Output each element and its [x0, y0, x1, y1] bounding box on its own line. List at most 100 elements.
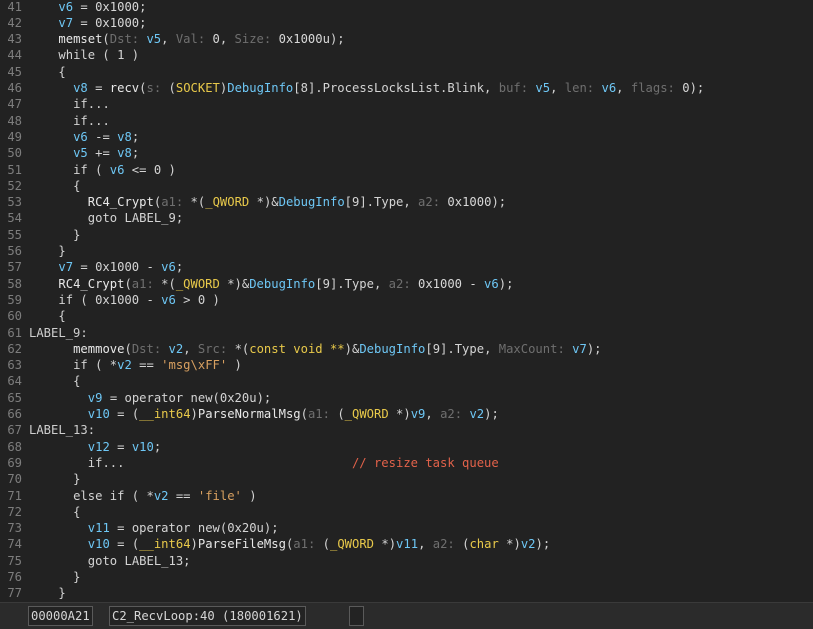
code-line[interactable]: 76}: [0, 569, 813, 585]
code-token: ;: [153, 439, 162, 454]
code-token: );: [484, 407, 499, 421]
code-line[interactable]: 55}: [0, 227, 813, 243]
code-token: ParseNormalMsg: [197, 407, 301, 421]
line-number: 59: [7, 292, 22, 307]
code-line[interactable]: 63 if ( *v2 == 'msg\xFF' ): [0, 357, 813, 373]
line-number: 46: [7, 81, 22, 95]
code-line[interactable]: 54 goto LABEL_9;: [0, 210, 813, 226]
code-token: {: [73, 178, 81, 193]
code-line[interactable]: 58 RC4_Crypt(a1: *(_QWORD *)&DebugInfo[9]…: [0, 276, 813, 292]
code-token: (: [300, 407, 308, 421]
code-line[interactable]: 56}: [0, 243, 813, 259]
code-line[interactable]: 70}: [0, 471, 813, 487]
code-line[interactable]: 48 if...: [0, 113, 813, 129]
code-line[interactable]: 42 v7 = 0x1000;: [0, 15, 813, 31]
code-line[interactable]: 46 v8 = recv(s: (SOCKET)DebugInfo[8].Proc…: [0, 80, 813, 96]
code-line[interactable]: 57 v7 = 0x1000 - v6;: [0, 259, 813, 275]
code-line[interactable]: 49 v6 -= v8;: [0, 129, 813, 145]
code-token: {: [73, 374, 81, 389]
code-token: 0x1000u: [278, 32, 330, 47]
code-token: +=: [87, 146, 118, 161]
code-line[interactable]: 41 v6 = 0x1000;: [0, 0, 813, 15]
code-line[interactable]: 45 {: [0, 64, 813, 80]
code-token: ,: [418, 537, 433, 552]
code-line[interactable]: 74 v10 = (__int64)ParseFileMsg(a1: (_QWOR…: [0, 536, 813, 552]
code-token: = operator new(0x20u);: [109, 521, 279, 536]
code-token: v6: [161, 260, 176, 275]
code-token: (: [124, 341, 132, 356]
code-line[interactable]: 68 v12 = v10;: [0, 439, 813, 455]
code-token: *): [374, 537, 397, 552]
code-line[interactable]: 65 v9 = operator new(0x20u);: [0, 390, 813, 406]
code-token: );: [586, 341, 602, 356]
code-token: goto LABEL_9;: [87, 211, 184, 226]
code-token: ,: [183, 341, 198, 356]
code-line[interactable]: 69 if... // resize task queue: [0, 455, 813, 471]
code-text: }: [29, 586, 65, 600]
code-token: const void **: [249, 341, 345, 356]
code-token: v8: [117, 129, 132, 144]
code-token: RC4_Crypt: [58, 276, 125, 291]
line-number: 70: [7, 472, 22, 487]
code-token: 'file': [197, 488, 242, 503]
code-line[interactable]: 51 if ( v6 <= 0 ): [0, 162, 813, 178]
code-line[interactable]: 44 while ( 1 ): [0, 47, 813, 63]
code-token: ,: [425, 407, 441, 421]
code-token: a1:: [161, 195, 191, 210]
code-token: (: [102, 32, 110, 47]
code-line[interactable]: 61 LABEL_9:: [0, 325, 813, 341]
code-text: if ( *v2 == 'msg\xFF' ): [29, 358, 242, 372]
code-line[interactable]: 66 v10 = (__int64)ParseNormalMsg(a1: (_QW…: [0, 406, 813, 422]
line-number: 74: [7, 537, 22, 552]
pseudocode-view[interactable]: 41 v6 = 0x1000; 42 v7 = 0x1000; 43 memset(Dst…: [0, 0, 813, 602]
code-token: }: [73, 570, 81, 584]
line-number: 43: [7, 32, 22, 47]
code-token: v6: [109, 162, 125, 177]
code-token: <= 0 ): [124, 162, 176, 177]
line-number: 65: [7, 390, 22, 405]
code-token: if ( 0x1000 -: [58, 292, 162, 307]
line-number: 52: [7, 178, 22, 193]
code-line[interactable]: 60 {: [0, 308, 813, 324]
code-line[interactable]: 62 memmove(Dst: v2, Src: *(const void **)…: [0, 341, 813, 357]
code-token: v2: [469, 407, 485, 421]
code-token: a2:: [432, 537, 463, 552]
line-number: 60: [7, 309, 22, 324]
code-token: len:: [564, 81, 602, 95]
code-line[interactable]: 64 {: [0, 373, 813, 389]
code-token: DebugInfo: [278, 195, 345, 210]
code-token: {: [73, 504, 81, 519]
code-token: a1:: [131, 276, 162, 291]
code-token: v6: [58, 0, 74, 14]
code-token: Val:: [175, 32, 213, 47]
code-token: = (: [109, 537, 140, 552]
code-line[interactable]: 59 if ( 0x1000 - v6 > 0 ): [0, 292, 813, 308]
code-token: 0x1000 -: [418, 276, 485, 291]
code-token: v2: [117, 358, 132, 373]
code-token: 0: [212, 32, 220, 47]
code-line[interactable]: 67 LABEL_13:: [0, 422, 813, 438]
code-line[interactable]: 77}: [0, 585, 813, 601]
code-text: v11 = operator new(0x20u);: [29, 521, 279, 535]
code-token: 0: [682, 81, 690, 95]
code-token: _QWORD: [330, 537, 375, 552]
code-token: )&: [344, 341, 360, 356]
code-line[interactable]: 53 RC4_Crypt(a1: *(_QWORD *)&DebugInfo[9]…: [0, 194, 813, 210]
code-line[interactable]: 47 if...: [0, 96, 813, 112]
line-number: 41: [7, 0, 22, 14]
code-line[interactable]: 71 else if ( *v2 == 'file' ): [0, 488, 813, 504]
code-line[interactable]: 73 v11 = operator new(0x20u);: [0, 520, 813, 536]
code-token: ): [227, 358, 242, 373]
code-line[interactable]: 72 {: [0, 504, 813, 520]
code-token: 'msg\xFF': [161, 358, 228, 373]
code-text: goto LABEL_13;: [29, 554, 191, 568]
code-token: char: [469, 537, 499, 552]
line-number: 72: [7, 504, 22, 519]
code-line[interactable]: 50 v5 += v8;: [0, 145, 813, 161]
line-number: 76: [7, 570, 22, 584]
code-line[interactable]: 43 memset(Dst: v5, Val: 0, Size: 0x1000u)…: [0, 31, 813, 47]
code-token: v2: [153, 488, 169, 503]
code-line[interactable]: 52 {: [0, 178, 813, 194]
code-text: LABEL_9:: [29, 326, 88, 340]
code-line[interactable]: 75 goto LABEL_13;: [0, 553, 813, 569]
